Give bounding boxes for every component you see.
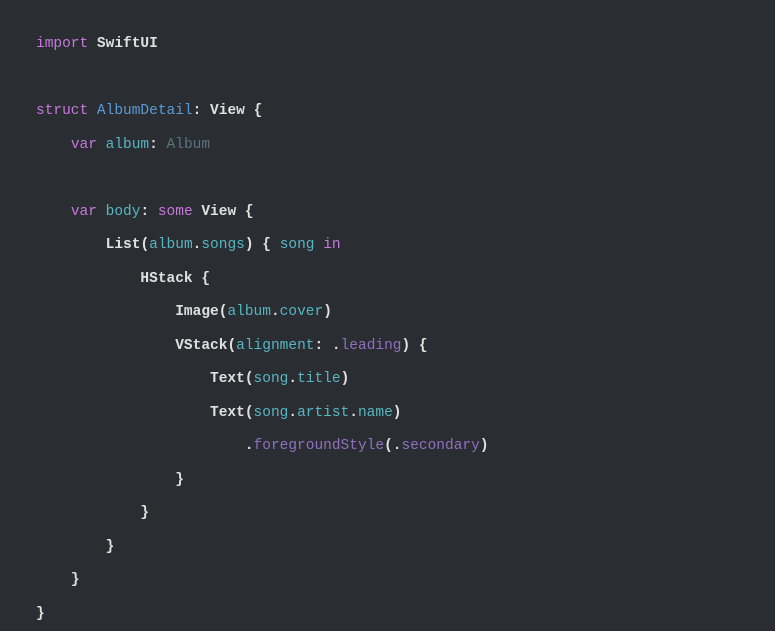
enum-case: leading: [341, 338, 402, 354]
identifier: album: [149, 237, 193, 253]
open-brace: {: [254, 103, 263, 119]
code-line: }: [36, 531, 739, 565]
protocol-name: View: [210, 103, 245, 119]
member: title: [297, 371, 341, 387]
dot: .: [288, 405, 297, 421]
func-call: HStack: [140, 271, 192, 287]
code-line: VStack(alignment: .leading) {: [36, 330, 739, 364]
close-brace: }: [36, 606, 45, 622]
code-line: }: [36, 598, 739, 631]
blank-line: [36, 62, 739, 96]
identifier: song: [254, 371, 289, 387]
type-name: AlbumDetail: [97, 103, 193, 119]
enum-case: secondary: [401, 438, 479, 454]
identifier: album: [227, 304, 271, 320]
keyword-some: some: [158, 204, 193, 220]
method-call: foregroundStyle: [254, 438, 385, 454]
member: songs: [201, 237, 245, 253]
close-brace: }: [106, 539, 115, 555]
code-line: Text(song.title): [36, 363, 739, 397]
open-brace: {: [245, 204, 254, 220]
code-line: Image(album.cover): [36, 296, 739, 330]
type-name: View: [201, 204, 236, 220]
code-line: .foregroundStyle(.secondary): [36, 430, 739, 464]
code-line: }: [36, 564, 739, 598]
close-brace: }: [140, 505, 149, 521]
dot: .: [332, 338, 341, 354]
code-line: }: [36, 464, 739, 498]
rparen: ): [245, 237, 254, 253]
member: name: [358, 405, 393, 421]
open-brace: {: [419, 338, 428, 354]
rparen: ): [402, 338, 411, 354]
code-line: import SwiftUI: [36, 28, 739, 62]
blank-line: [36, 162, 739, 196]
close-brace: }: [71, 572, 80, 588]
close-brace: }: [175, 472, 184, 488]
lparen: (: [384, 438, 393, 454]
property-name: album: [106, 137, 150, 153]
keyword-var: var: [71, 204, 97, 220]
colon: :: [149, 137, 158, 153]
dot: .: [288, 371, 297, 387]
func-call: Text: [210, 405, 245, 421]
code-block: import SwiftUI struct AlbumDetail: View …: [36, 28, 739, 631]
lparen: (: [245, 371, 254, 387]
open-brace: {: [201, 271, 210, 287]
keyword-var: var: [71, 137, 97, 153]
func-call: VStack: [175, 338, 227, 354]
rparen: ): [341, 371, 350, 387]
open-brace: {: [262, 237, 271, 253]
dot: .: [245, 438, 254, 454]
type-name: Album: [167, 137, 211, 153]
lparen: (: [227, 338, 236, 354]
code-line: struct AlbumDetail: View {: [36, 95, 739, 129]
colon: :: [140, 204, 149, 220]
code-line: var album: Album: [36, 129, 739, 163]
dot: .: [271, 304, 280, 320]
keyword-import: import: [36, 36, 88, 52]
func-call: Image: [175, 304, 219, 320]
keyword-in: in: [323, 237, 340, 253]
property-name: body: [106, 204, 141, 220]
identifier: song: [254, 405, 289, 421]
member: artist: [297, 405, 349, 421]
member: cover: [280, 304, 324, 320]
param-label: alignment: [236, 338, 314, 354]
rparen: ): [393, 405, 402, 421]
code-line: HStack {: [36, 263, 739, 297]
rparen: ): [480, 438, 489, 454]
dot: .: [349, 405, 358, 421]
code-line: List(album.songs) { song in: [36, 229, 739, 263]
func-call: List: [106, 237, 141, 253]
colon: :: [193, 103, 202, 119]
code-line: Text(song.artist.name): [36, 397, 739, 431]
lparen: (: [245, 405, 254, 421]
code-line: var body: some View {: [36, 196, 739, 230]
rparen: ): [323, 304, 332, 320]
func-call: Text: [210, 371, 245, 387]
module-name: SwiftUI: [97, 36, 158, 52]
closure-param: song: [280, 237, 315, 253]
keyword-struct: struct: [36, 103, 88, 119]
colon: :: [314, 338, 323, 354]
lparen: (: [140, 237, 149, 253]
code-line: }: [36, 497, 739, 531]
